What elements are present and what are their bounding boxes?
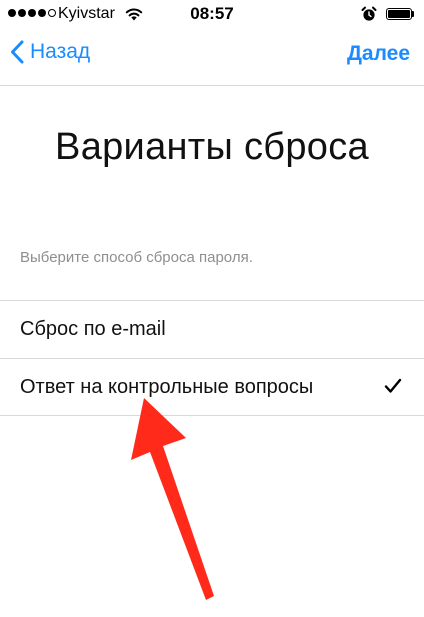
option-security-questions[interactable]: Ответ на контрольные вопросы xyxy=(0,358,424,416)
option-label: Ответ на контрольные вопросы xyxy=(20,376,314,398)
reset-options-list: Сброс по e-mail Ответ на контрольные воп… xyxy=(0,300,424,416)
section-header: Выберите способ сброса пароля. xyxy=(20,249,253,266)
option-label: Сброс по e-mail xyxy=(20,318,166,340)
back-button-label: Назад xyxy=(30,40,91,63)
status-bar: Kyivstar 08:57 xyxy=(0,0,424,28)
alarm-clock-icon xyxy=(361,6,377,21)
page-title: Варианты сброса xyxy=(55,126,369,168)
navigation-bar: Назад Далее xyxy=(0,28,424,86)
chevron-left-icon xyxy=(11,40,24,64)
back-button[interactable]: Назад xyxy=(10,40,90,64)
checkmark-icon xyxy=(384,378,402,393)
screen: Kyivstar 08:57 Назад Далее Варианты сбро… xyxy=(0,0,424,617)
next-button[interactable]: Далее xyxy=(347,42,410,66)
battery-icon xyxy=(386,8,412,20)
option-reset-by-email[interactable]: Сброс по e-mail xyxy=(0,300,424,358)
